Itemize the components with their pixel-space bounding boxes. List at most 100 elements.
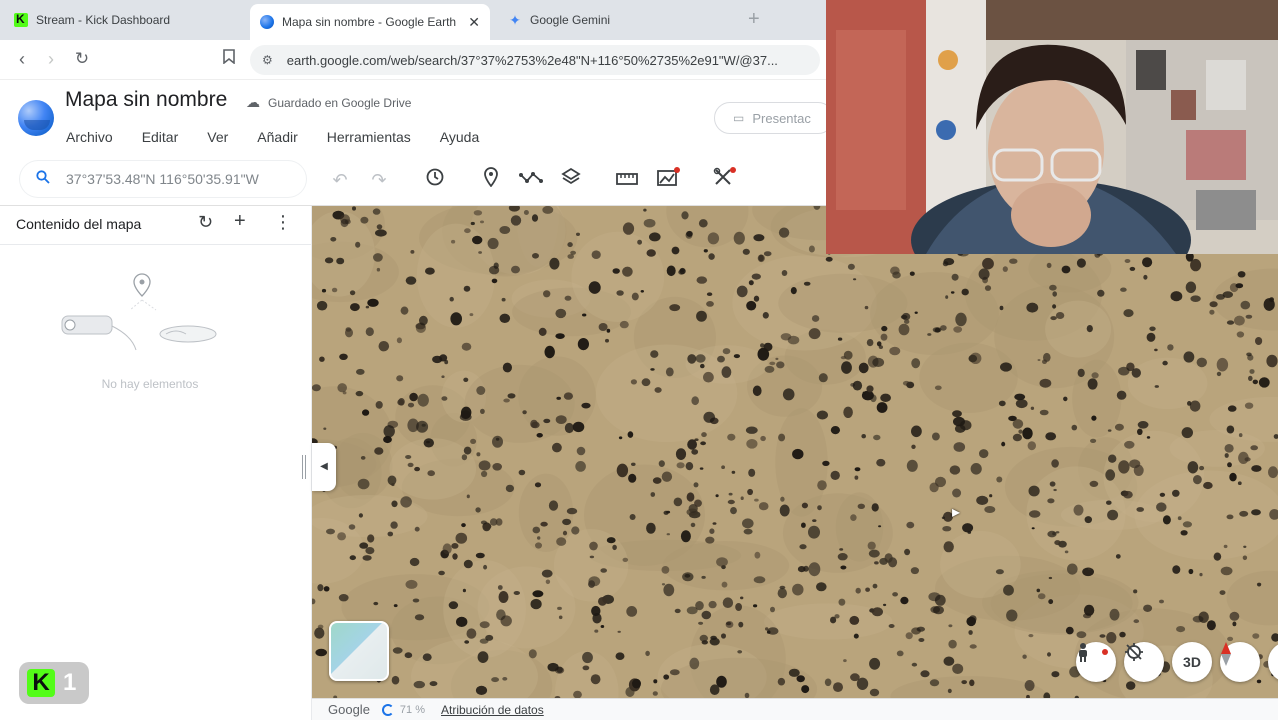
- menu-archivo[interactable]: Archivo: [66, 129, 113, 145]
- shrub: [523, 210, 529, 215]
- labs-tools-icon[interactable]: [710, 167, 736, 193]
- shrub: [888, 624, 895, 628]
- menu-ayuda[interactable]: Ayuda: [440, 129, 479, 145]
- shrub: [407, 462, 414, 468]
- shrub: [1116, 390, 1127, 400]
- menu-anadir[interactable]: Añadir: [257, 129, 297, 145]
- url-field[interactable]: ⚙ earth.google.com/web/search/37°37%2753…: [250, 45, 820, 75]
- tab-kick-dashboard[interactable]: Stream - Kick Dashboard: [4, 6, 244, 34]
- shrub: [709, 684, 720, 695]
- shrub: [1024, 680, 1035, 691]
- shrub: [801, 502, 808, 509]
- data-attribution-link[interactable]: Atribución de datos: [441, 703, 544, 717]
- shrub: [661, 471, 673, 482]
- shrub: [591, 250, 601, 259]
- shrub: [1245, 314, 1253, 319]
- shrub: [927, 333, 932, 336]
- layers-icon[interactable]: [558, 167, 584, 193]
- shrub: [979, 449, 989, 459]
- new-tab-icon[interactable]: +: [748, 8, 760, 31]
- shrub: [612, 544, 617, 551]
- toggle-3d-button[interactable]: 3D: [1172, 642, 1212, 682]
- map-style-thumbnail[interactable]: [329, 621, 389, 681]
- shrub: [464, 228, 471, 234]
- reload-icon[interactable]: ↻: [71, 49, 93, 69]
- search-icon[interactable]: [20, 170, 66, 188]
- shrub: [867, 541, 876, 550]
- bookmark-icon[interactable]: [218, 49, 240, 68]
- menu-editar[interactable]: Editar: [142, 129, 179, 145]
- shrub: [1149, 326, 1156, 332]
- shrub: [1238, 433, 1243, 438]
- undo-icon[interactable]: ↶: [327, 167, 353, 193]
- shrub: [360, 216, 369, 224]
- present-button[interactable]: ▭ Presentac: [714, 102, 834, 134]
- redo-icon[interactable]: ↷: [366, 167, 392, 193]
- panel-resize-handle[interactable]: [302, 455, 306, 479]
- shrub: [637, 239, 642, 245]
- shrub: [476, 386, 486, 395]
- pegman-icon[interactable]: [1076, 642, 1116, 682]
- shrub: [1133, 619, 1140, 624]
- search-input[interactable]: [66, 171, 296, 187]
- shrub: [375, 401, 383, 409]
- tab-google-earth[interactable]: Mapa sin nombre - Google Earth ✕: [250, 4, 490, 40]
- save-status: ☁ Guardado en Google Drive: [246, 94, 411, 111]
- shrub: [359, 542, 369, 549]
- menu-herramientas[interactable]: Herramientas: [327, 129, 411, 145]
- shrub: [1143, 274, 1148, 280]
- shrub: [1227, 405, 1237, 412]
- capture-view-icon[interactable]: [654, 167, 680, 193]
- shrub: [531, 421, 540, 429]
- shrub: [689, 657, 700, 670]
- compass-icon[interactable]: [1220, 642, 1260, 682]
- shrub: [374, 447, 384, 455]
- document-title[interactable]: Mapa sin nombre: [65, 88, 227, 112]
- shrub: [871, 607, 884, 617]
- shrub: [360, 456, 366, 460]
- shrub: [566, 507, 578, 515]
- shrub: [605, 338, 609, 343]
- forward-icon[interactable]: ›: [40, 49, 62, 70]
- shrub: [1037, 359, 1041, 361]
- shrub: [825, 256, 833, 262]
- shrub: [900, 596, 909, 605]
- satellite-map-view[interactable]: 3D ▸: [312, 206, 1278, 698]
- shrub: [817, 480, 827, 491]
- add-placemark-icon[interactable]: [478, 167, 504, 193]
- shrub: [549, 257, 560, 270]
- shrub: [896, 650, 904, 657]
- menu-ver[interactable]: Ver: [207, 129, 228, 145]
- shrub: [696, 310, 707, 322]
- close-tab-icon[interactable]: ✕: [468, 14, 480, 31]
- shrub: [961, 680, 967, 685]
- shrub: [748, 280, 754, 286]
- shrub: [355, 390, 364, 397]
- shrub: [1097, 289, 1105, 297]
- panel-title: Contenido del mapa: [16, 216, 142, 232]
- draw-path-icon[interactable]: [518, 167, 544, 193]
- collapse-panel-button[interactable]: ◀: [312, 443, 336, 491]
- shrub: [1076, 258, 1086, 268]
- more-vert-icon[interactable]: ⋮: [274, 212, 292, 233]
- shrub: [932, 432, 940, 441]
- measure-icon[interactable]: [614, 167, 640, 193]
- shrub: [337, 532, 346, 541]
- my-location-off-icon[interactable]: [1124, 642, 1164, 682]
- shrub: [452, 553, 458, 560]
- back-icon[interactable]: ‹: [11, 49, 33, 70]
- tab-google-gemini[interactable]: ✦ Google Gemini: [498, 6, 738, 34]
- divider: [0, 244, 312, 245]
- shrub: [336, 257, 345, 265]
- history-icon[interactable]: [422, 167, 448, 193]
- shrub: [654, 387, 662, 393]
- shrub: [479, 621, 490, 629]
- shrub: [352, 206, 356, 211]
- shrub: [1250, 445, 1258, 451]
- add-icon[interactable]: +: [234, 210, 246, 233]
- shrub: [442, 543, 452, 555]
- site-settings-icon[interactable]: ⚙: [262, 53, 273, 67]
- refresh-icon[interactable]: ↻: [198, 212, 213, 233]
- shrub: [338, 594, 349, 602]
- shrub: [414, 526, 420, 532]
